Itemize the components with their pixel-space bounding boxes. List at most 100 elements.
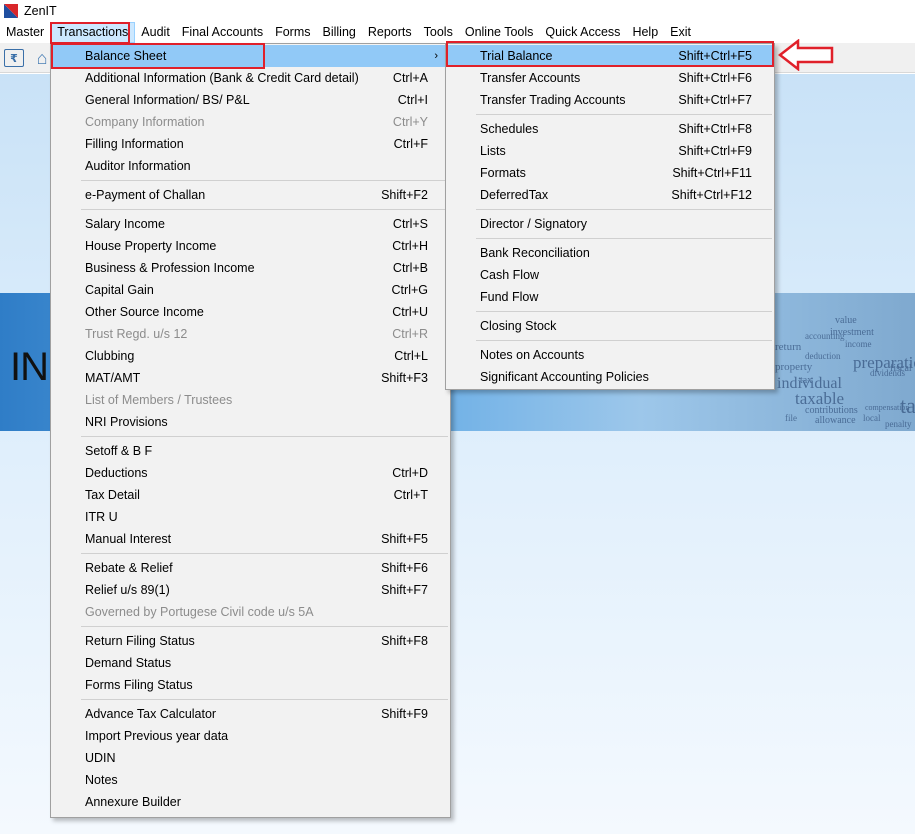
menu-tools[interactable]: Tools [418, 22, 459, 43]
menu-item-capital-gain[interactable]: Capital Gain Ctrl+G [53, 279, 448, 301]
menu-item-director-signatory[interactable]: Director / Signatory [448, 213, 772, 235]
menu-item-nri-provisions[interactable]: NRI Provisions [53, 411, 448, 433]
menu-item-schedules[interactable]: Schedules Shift+Ctrl+F8 [448, 118, 772, 140]
menu-item-closing-stock[interactable]: Closing Stock [448, 315, 772, 337]
menu-item-transfer-accounts[interactable]: Transfer Accounts Shift+Ctrl+F6 [448, 67, 772, 89]
menu-final-accounts[interactable]: Final Accounts [176, 22, 269, 43]
menu-item-transfer-trading-accounts[interactable]: Transfer Trading Accounts Shift+Ctrl+F7 [448, 89, 772, 111]
menu-item-bank-reconciliation[interactable]: Bank Reconciliation [448, 242, 772, 264]
menu-item-label: Trust Regd. u/s 12 [85, 327, 188, 341]
menu-item-filling-information[interactable]: Filling Information Ctrl+F [53, 133, 448, 155]
menu-item-auditor-information[interactable]: Auditor Information [53, 155, 448, 177]
menu-item-import-previous-year-data[interactable]: Import Previous year data [53, 725, 448, 747]
menu-item-label: Clubbing [85, 349, 135, 363]
menu-item-significant-accounting-policies[interactable]: Significant Accounting Policies [448, 366, 772, 388]
annotation-arrow-icon [778, 39, 834, 71]
menu-item-advance-tax-calculator[interactable]: Advance Tax Calculator Shift+F9 [53, 703, 448, 725]
menu-item-shortcut: Shift+F8 [381, 634, 428, 648]
menu-item-udin[interactable]: UDIN [53, 747, 448, 769]
title-bar: ZenIT [0, 0, 915, 22]
menu-item-house-property-income[interactable]: House Property Income Ctrl+H [53, 235, 448, 257]
menu-item-label: Filling Information [85, 137, 184, 151]
menu-item-e-payment-of-challan[interactable]: e-Payment of Challan Shift+F2 [53, 184, 448, 206]
app-title: ZenIT [24, 4, 57, 18]
menu-item-shortcut: Shift+F3 [381, 371, 428, 385]
menu-item-return-filing-status[interactable]: Return Filing Status Shift+F8 [53, 630, 448, 652]
menu-item-notes-on-accounts[interactable]: Notes on Accounts [448, 344, 772, 366]
submenu-arrow-icon: › [434, 50, 438, 62]
menu-item-additional-information-bank-credit-card-detail[interactable]: Additional Information (Bank & Credit Ca… [53, 67, 448, 89]
menu-item-general-information-bs-p-l[interactable]: General Information/ BS/ P&L Ctrl+I [53, 89, 448, 111]
menu-item-setoff-b-f[interactable]: Setoff & B F [53, 440, 448, 462]
menu-item-shortcut: Ctrl+I [397, 93, 428, 107]
menu-item-label: Cash Flow [480, 268, 540, 282]
menu-item-cash-flow[interactable]: Cash Flow [448, 264, 772, 286]
menu-item-notes[interactable]: Notes [53, 769, 448, 791]
menu-item-label: List of Members / Trustees [85, 393, 233, 407]
transactions-menu: Balance Sheet › Additional Information (Ba… [50, 43, 451, 818]
menu-item-shortcut: Ctrl+G [391, 283, 428, 297]
menu-item-shortcut: Shift+Ctrl+F6 [678, 71, 752, 85]
menu-forms[interactable]: Forms [269, 22, 316, 43]
menu-master[interactable]: Master [0, 22, 50, 43]
menu-item-clubbing[interactable]: Clubbing Ctrl+L [53, 345, 448, 367]
menu-item-shortcut: Ctrl+A [392, 71, 428, 85]
home-icon[interactable]: ⌂ [32, 48, 52, 68]
menu-item-shortcut: Shift+Ctrl+F11 [672, 166, 752, 180]
menu-reports[interactable]: Reports [362, 22, 418, 43]
menu-item-shortcut: Shift+Ctrl+F12 [671, 188, 752, 202]
menu-item-rebate-relief[interactable]: Rebate & Relief Shift+F6 [53, 557, 448, 579]
cloud-word: fiscal [890, 363, 912, 374]
menu-item-label: e-Payment of Challan [85, 188, 206, 202]
menu-item-demand-status[interactable]: Demand Status [53, 652, 448, 674]
menu-separator [81, 209, 448, 210]
menu-item-label: Advance Tax Calculator [85, 707, 217, 721]
cloud-word: penalty [885, 419, 912, 429]
menu-transactions[interactable]: Transactions [50, 22, 136, 43]
menu-item-label: Annexure Builder [85, 795, 181, 809]
menu-audit[interactable]: Audit [135, 22, 176, 43]
tax-word-cloud: value investment accounting return income pre… [775, 313, 915, 431]
menu-item-company-information: Company Information Ctrl+Y [53, 111, 448, 133]
menu-item-other-source-income[interactable]: Other Source Income Ctrl+U [53, 301, 448, 323]
menu-quick-access[interactable]: Quick Access [539, 22, 626, 43]
rupee-icon[interactable]: ₹ [4, 49, 24, 67]
menu-item-label: MAT/AMT [85, 371, 141, 385]
menu-item-label: General Information/ BS/ P&L [85, 93, 250, 107]
menu-billing[interactable]: Billing [317, 22, 362, 43]
menu-item-balance-sheet[interactable]: Balance Sheet › [53, 45, 448, 67]
menu-item-business-profession-income[interactable]: Business & Profession Income Ctrl+B [53, 257, 448, 279]
menu-online-tools[interactable]: Online Tools [459, 22, 540, 43]
menu-item-deferredtax[interactable]: DeferredTax Shift+Ctrl+F12 [448, 184, 772, 206]
menu-item-trial-balance[interactable]: Trial Balance Shift+Ctrl+F5 [448, 45, 772, 67]
menu-item-relief-u-s-89-1[interactable]: Relief u/s 89(1) Shift+F7 [53, 579, 448, 601]
menu-item-annexure-builder[interactable]: Annexure Builder [53, 791, 448, 813]
menu-exit[interactable]: Exit [664, 22, 697, 43]
cloud-word: accounting [805, 331, 845, 341]
menu-item-shortcut: Ctrl+R [392, 327, 428, 341]
menu-item-lists[interactable]: Lists Shift+Ctrl+F9 [448, 140, 772, 162]
menu-item-label: Notes on Accounts [480, 348, 585, 362]
menu-item-formats[interactable]: Formats Shift+Ctrl+F11 [448, 162, 772, 184]
menu-item-itr-u[interactable]: ITR U [53, 506, 448, 528]
menu-item-label: Other Source Income [85, 305, 204, 319]
menu-item-label: Trial Balance [480, 49, 553, 63]
menu-separator [476, 238, 772, 239]
menu-item-shortcut: Ctrl+D [392, 466, 428, 480]
menu-item-deductions[interactable]: Deductions Ctrl+D [53, 462, 448, 484]
menu-item-label: Governed by Portugese Civil code u/s 5A [85, 605, 314, 619]
cloud-word: property [775, 361, 813, 373]
menu-item-shortcut: Shift+F6 [381, 561, 428, 575]
menu-item-shortcut: Shift+Ctrl+F9 [678, 144, 752, 158]
menu-item-manual-interest[interactable]: Manual Interest Shift+F5 [53, 528, 448, 550]
menu-item-salary-income[interactable]: Salary Income Ctrl+S [53, 213, 448, 235]
menu-help[interactable]: Help [626, 22, 664, 43]
menu-item-fund-flow[interactable]: Fund Flow [448, 286, 772, 308]
menu-item-label: Formats [480, 166, 526, 180]
menu-item-tax-detail[interactable]: Tax Detail Ctrl+T [53, 484, 448, 506]
menu-item-label: Deductions [85, 466, 148, 480]
menu-item-forms-filing-status[interactable]: Forms Filing Status [53, 674, 448, 696]
menu-item-mat-amt[interactable]: MAT/AMT Shift+F3 [53, 367, 448, 389]
menu-separator [476, 114, 772, 115]
menu-item-shortcut: Shift+F5 [381, 532, 428, 546]
